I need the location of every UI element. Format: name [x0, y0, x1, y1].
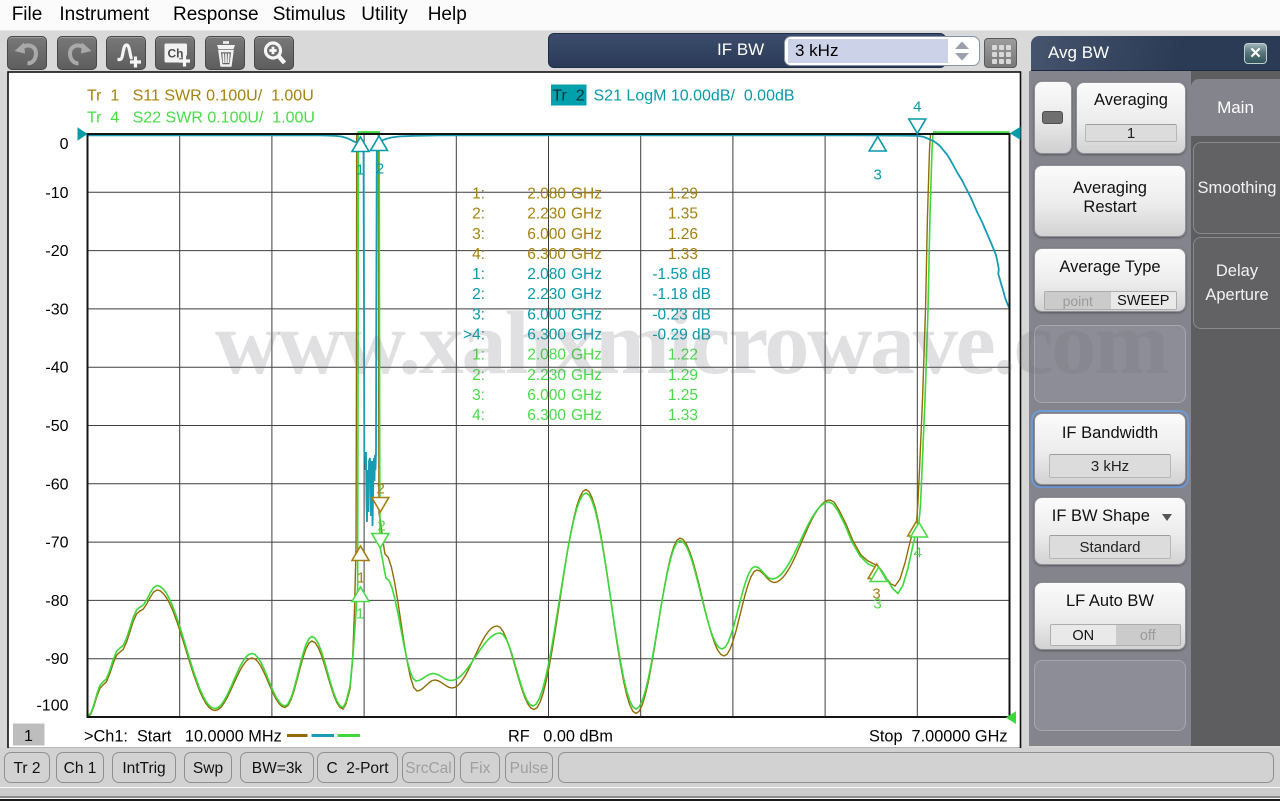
svg-text:2: 2: [376, 161, 384, 178]
svg-text:GHz: GHz: [571, 246, 602, 263]
svg-text:GHz: GHz: [571, 226, 602, 243]
svg-text:-20: -20: [45, 243, 68, 260]
svg-text:0: 0: [60, 136, 69, 153]
svg-text:4: 4: [913, 99, 921, 116]
svg-text:1:: 1:: [472, 186, 485, 203]
svg-text:1.29: 1.29: [668, 186, 698, 203]
svg-text:1: 1: [357, 570, 365, 587]
svg-text:GHz: GHz: [571, 206, 602, 223]
svg-text:-30: -30: [45, 301, 68, 318]
svg-text:1: 1: [356, 162, 364, 179]
svg-text:GHz: GHz: [571, 407, 602, 424]
svg-text:GHz: GHz: [571, 266, 602, 283]
svg-text:S21 LogM 10.00dB/ 0.00dB: S21 LogM 10.00dB/ 0.00dB: [594, 88, 795, 105]
svg-text:Tr 2: Tr 2: [552, 88, 584, 105]
svg-text:1.33: 1.33: [668, 407, 698, 424]
svg-text:4:: 4:: [472, 407, 485, 424]
svg-text:3: 3: [874, 167, 882, 184]
svg-text:4: 4: [914, 545, 922, 562]
svg-text:1:: 1:: [472, 266, 485, 283]
svg-text:4:: 4:: [472, 246, 485, 263]
svg-text:GHz: GHz: [571, 186, 602, 203]
svg-text:RF 0.00 dBm: RF 0.00 dBm: [508, 728, 613, 746]
svg-text:-70: -70: [45, 535, 68, 552]
svg-text:1.33: 1.33: [668, 246, 698, 263]
svg-text:-80: -80: [45, 593, 68, 610]
svg-text:-1.58 dB: -1.58 dB: [652, 266, 711, 283]
svg-text:2: 2: [377, 518, 385, 535]
svg-text:-40: -40: [45, 360, 68, 377]
svg-text:1: 1: [356, 606, 364, 623]
svg-text:6.300: 6.300: [527, 246, 566, 263]
svg-text:-90: -90: [45, 651, 68, 668]
svg-text:1.35: 1.35: [668, 206, 698, 223]
svg-text:2:: 2:: [472, 206, 485, 223]
svg-text:Tr 4 S22 SWR 0.100U/ 1.00U: Tr 4 S22 SWR 0.100U/ 1.00U: [87, 110, 315, 127]
svg-text:-50: -50: [45, 418, 68, 435]
svg-text:2.080: 2.080: [527, 266, 566, 283]
svg-text:-60: -60: [45, 476, 68, 493]
svg-text:6.300: 6.300: [527, 407, 566, 424]
svg-text:1: 1: [24, 728, 33, 745]
svg-text:-100: -100: [36, 698, 68, 715]
svg-text:3: 3: [873, 596, 881, 613]
svg-text:Stop 7.00000 GHz: Stop 7.00000 GHz: [869, 728, 1007, 746]
svg-text:6.000: 6.000: [527, 226, 566, 243]
svg-text:>Ch1: Start 10.0000 MHz: >Ch1: Start 10.0000 MHz: [84, 728, 282, 746]
svg-text:Tr 1 S11 SWR 0.100U/ 1.00U: Tr 1 S11 SWR 0.100U/ 1.00U: [87, 88, 314, 105]
svg-text:3:: 3:: [472, 226, 485, 243]
svg-text:2: 2: [377, 481, 385, 498]
svg-text:2.080: 2.080: [527, 186, 566, 203]
svg-text:-10: -10: [45, 185, 68, 202]
svg-text:1.26: 1.26: [668, 226, 698, 243]
svg-text:2.230: 2.230: [527, 206, 566, 223]
